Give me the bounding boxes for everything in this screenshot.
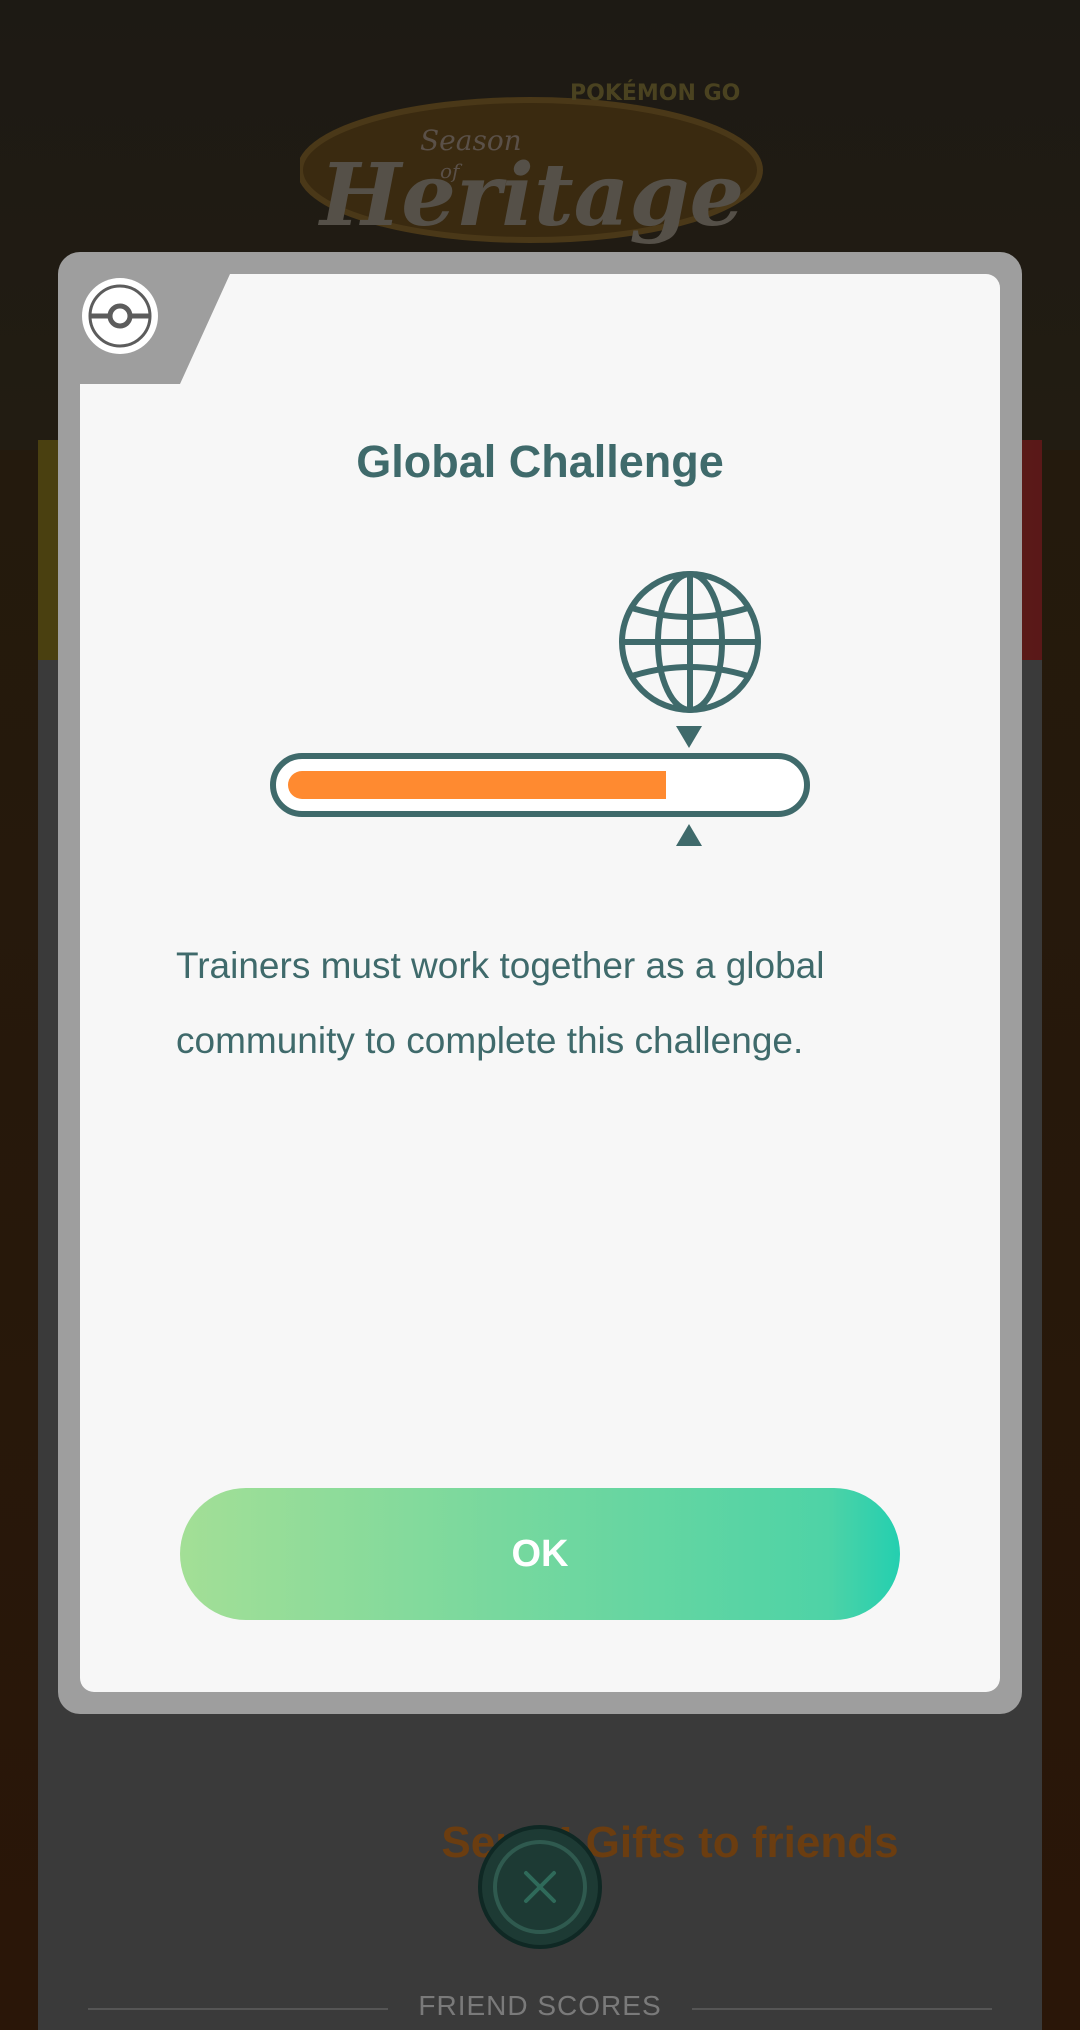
- pointer-down-icon: [676, 726, 702, 748]
- friend-scores-label: FRIEND SCORES: [418, 1990, 662, 2021]
- dialog-title: Global Challenge: [356, 436, 724, 487]
- pokeball-icon: [82, 278, 158, 354]
- background-edge-right: [1042, 450, 1080, 2030]
- ok-button[interactable]: OK: [180, 1488, 900, 1620]
- event-logo: Season of Heritage POKÉMON GO: [300, 80, 763, 246]
- global-progress-fill: [288, 771, 666, 799]
- dialog-description: Trainers must work together as a global …: [176, 945, 825, 1061]
- pointer-up-icon: [676, 824, 702, 846]
- global-progress-bar: [270, 753, 810, 817]
- logo-brand: POKÉMON GO: [570, 80, 740, 106]
- globe-icon: [619, 571, 761, 713]
- close-button[interactable]: [478, 1825, 602, 1949]
- logo-line3: Heritage: [317, 145, 744, 246]
- close-icon: [493, 1840, 587, 1934]
- background-edge-left: [0, 450, 38, 2030]
